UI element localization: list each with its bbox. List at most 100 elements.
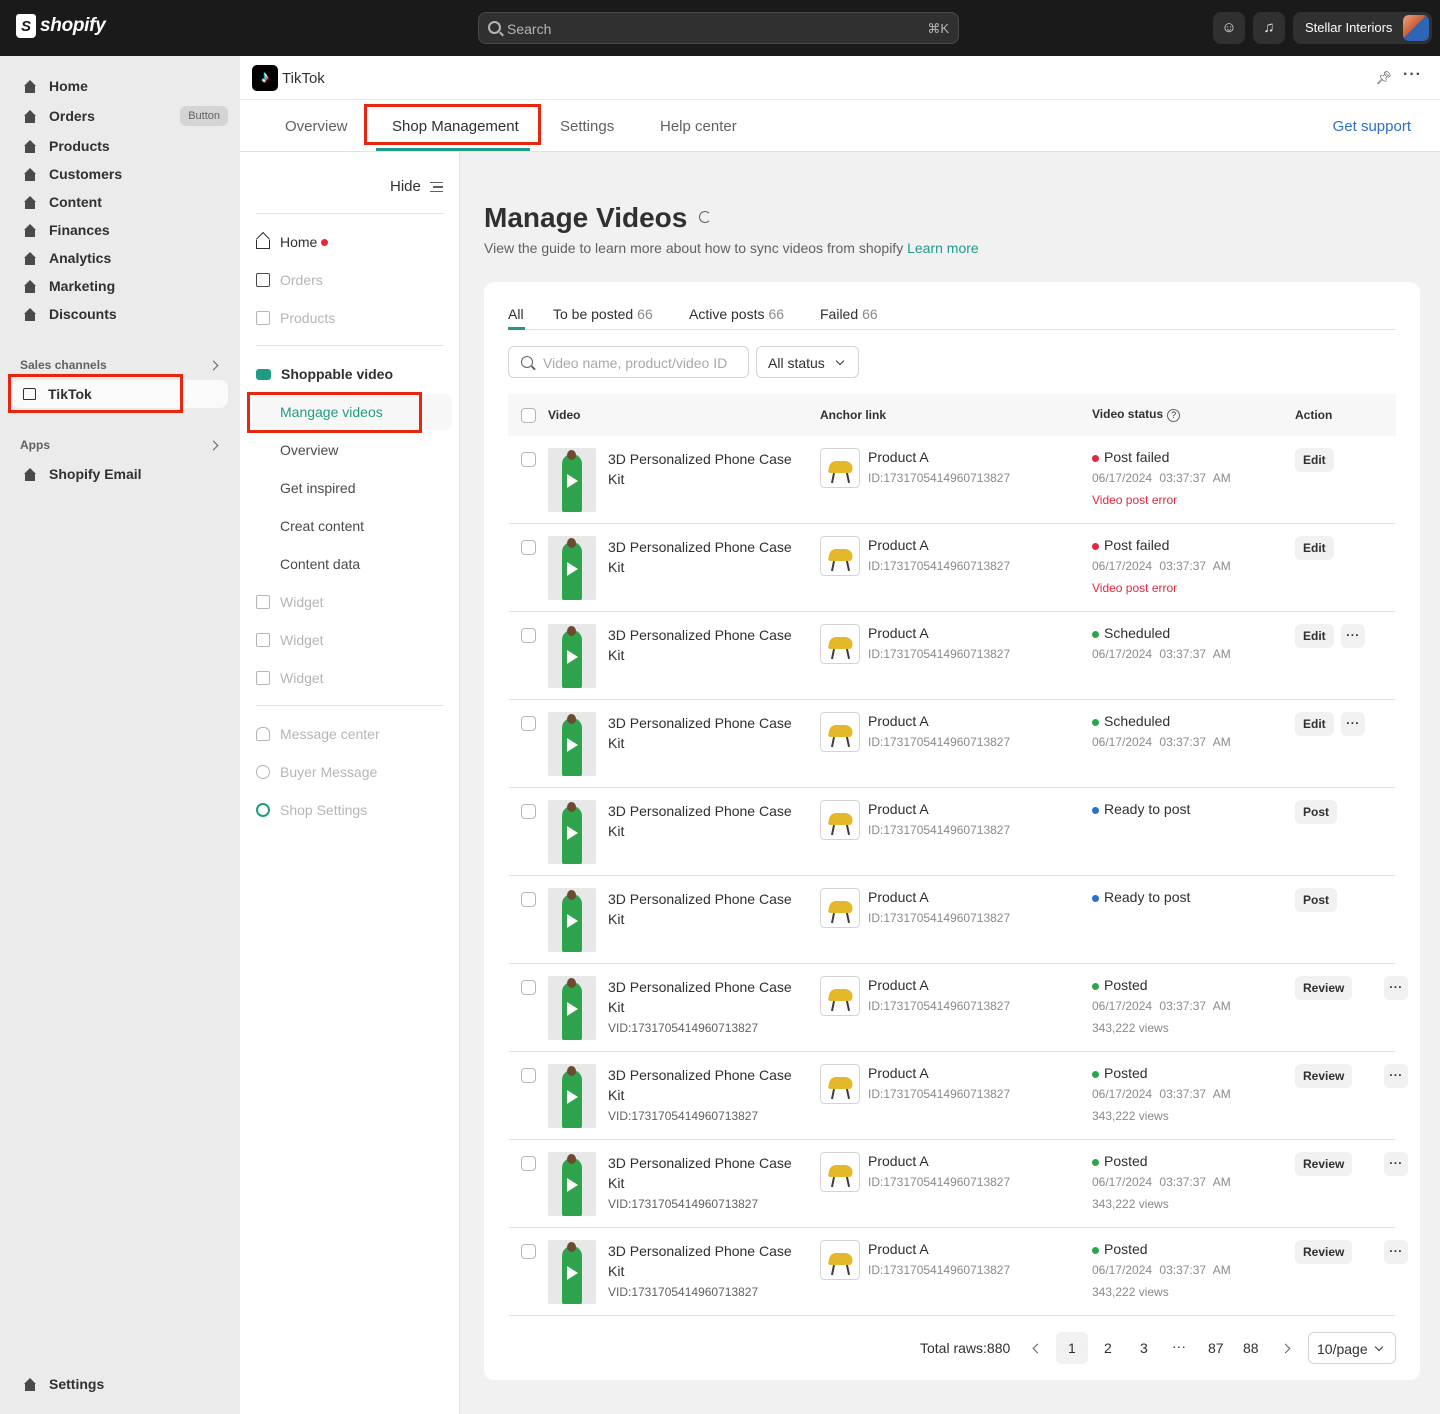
subnav-shop-settings[interactable]: Shop Settings — [256, 800, 367, 820]
select-all-checkbox[interactable] — [521, 408, 536, 423]
product-name[interactable]: Product A — [868, 1153, 929, 1169]
video-thumbnail[interactable] — [548, 1152, 596, 1216]
sidebar-item-shopify-email[interactable]: Shopify Email — [12, 460, 228, 488]
collapse-icon[interactable] — [430, 182, 443, 192]
row-checkbox[interactable] — [521, 540, 536, 555]
sidebar-item-finances[interactable]: Finances — [12, 216, 228, 244]
product-name[interactable]: Product A — [868, 713, 929, 729]
video-thumbnail[interactable] — [548, 536, 596, 600]
subnav-create-content[interactable]: Creat content — [280, 516, 364, 536]
row-more-button[interactable]: ··· — [1384, 976, 1408, 1000]
row-checkbox[interactable] — [521, 1068, 536, 1083]
store-menu[interactable]: Stellar Interiors — [1293, 12, 1432, 44]
sidebar-item-settings[interactable]: Settings — [12, 1370, 228, 1398]
filter-tab-all[interactable]: All — [508, 306, 524, 322]
subnav-buyer-message[interactable]: Buyer Message — [256, 762, 377, 782]
page-2[interactable]: 2 — [1104, 1340, 1112, 1356]
subnav-widget[interactable]: Widget — [256, 592, 324, 612]
filter-tab-failed[interactable]: Failed 66 — [820, 306, 878, 322]
page-3[interactable]: 3 — [1140, 1340, 1148, 1356]
tab-help-center[interactable]: Help center — [660, 118, 737, 135]
video-search[interactable] — [508, 346, 749, 378]
page-ellipsis[interactable]: ··· — [1172, 1338, 1186, 1354]
video-thumbnail[interactable] — [548, 800, 596, 864]
subnav-message-center[interactable]: Message center — [256, 724, 380, 744]
chevron-right-icon[interactable] — [208, 440, 219, 451]
product-name[interactable]: Product A — [868, 977, 929, 993]
notifications-button[interactable]: ♫ — [1253, 12, 1285, 44]
subnav-widget[interactable]: Widget — [256, 630, 324, 650]
subnav-shoppable-video[interactable]: Shoppable video — [256, 364, 393, 384]
orders-badge-button[interactable]: Button — [180, 106, 228, 126]
product-name[interactable]: Product A — [868, 1241, 929, 1257]
filter-tab-active-posts[interactable]: Active posts 66 — [689, 306, 784, 322]
row-checkbox[interactable] — [521, 804, 536, 819]
video-thumbnail[interactable] — [548, 1240, 596, 1304]
video-thumbnail[interactable] — [548, 712, 596, 776]
product-name[interactable]: Product A — [868, 625, 929, 641]
learn-more-link[interactable]: Learn more — [907, 240, 979, 256]
shopify-logo[interactable]: shopify — [16, 14, 106, 38]
row-more-button[interactable]: ··· — [1384, 1152, 1408, 1176]
row-more-button[interactable]: ··· — [1384, 1064, 1408, 1088]
per-page-select[interactable]: 10/page — [1308, 1332, 1396, 1364]
tab-settings[interactable]: Settings — [560, 118, 614, 135]
prev-page-icon[interactable] — [1032, 1343, 1043, 1354]
page-1[interactable]: 1 — [1068, 1340, 1076, 1356]
pin-icon[interactable]: 📌︎ — [1375, 70, 1392, 86]
sidebar-item-marketing[interactable]: Marketing — [12, 272, 228, 300]
row-checkbox[interactable] — [521, 628, 536, 643]
chevron-right-icon[interactable] — [208, 360, 219, 371]
page-88[interactable]: 88 — [1243, 1340, 1259, 1356]
row-action-button[interactable]: Review — [1295, 976, 1353, 1000]
row-action-button[interactable]: Edit — [1295, 448, 1334, 472]
row-action-button[interactable]: Review — [1295, 1240, 1353, 1264]
get-support-link[interactable]: Get support — [1333, 118, 1411, 135]
row-action-button[interactable]: Review — [1295, 1064, 1353, 1088]
row-action-button[interactable]: Post — [1295, 888, 1338, 912]
row-more-button[interactable]: ··· — [1384, 1240, 1408, 1264]
video-thumbnail[interactable] — [548, 888, 596, 952]
subnav-overview[interactable]: Overview — [280, 440, 338, 460]
row-checkbox[interactable] — [521, 1156, 536, 1171]
row-action-button[interactable]: Edit — [1295, 712, 1334, 736]
refresh-icon[interactable] — [699, 211, 711, 223]
sidebar-item-home[interactable]: Home — [12, 72, 228, 100]
sidebar-item-content[interactable]: Content — [12, 188, 228, 216]
hide-button[interactable]: Hide — [390, 178, 421, 195]
row-action-button[interactable]: Edit — [1295, 536, 1334, 560]
product-name[interactable]: Product A — [868, 1065, 929, 1081]
status-filter-select[interactable]: All status — [756, 346, 859, 378]
row-action-button[interactable]: Edit — [1295, 624, 1334, 648]
help-icon[interactable]: ? — [1167, 409, 1181, 422]
filter-tab-to-be-posted[interactable]: To be posted 66 — [553, 306, 653, 322]
video-thumbnail[interactable] — [548, 976, 596, 1040]
product-name[interactable]: Product A — [868, 801, 929, 817]
subnav-orders[interactable]: Orders — [256, 270, 323, 290]
apps-heading[interactable]: Apps — [20, 438, 50, 452]
row-action-button[interactable]: Review — [1295, 1152, 1353, 1176]
row-more-button[interactable]: ··· — [1341, 624, 1365, 648]
sales-channels-heading[interactable]: Sales channels — [20, 358, 107, 372]
subnav-content-data[interactable]: Content data — [280, 554, 360, 574]
row-checkbox[interactable] — [521, 452, 536, 467]
sidebar-item-products[interactable]: Products — [12, 132, 228, 160]
global-search[interactable]: Search ⌘K — [478, 12, 959, 44]
video-search-input[interactable] — [543, 353, 743, 373]
more-icon[interactable]: ··· — [1403, 66, 1422, 84]
tab-overview[interactable]: Overview — [285, 118, 348, 135]
sidebar-item-customers[interactable]: Customers — [12, 160, 228, 188]
product-name[interactable]: Product A — [868, 537, 929, 553]
subnav-widget[interactable]: Widget — [256, 668, 324, 688]
row-checkbox[interactable] — [521, 716, 536, 731]
sidebar-item-discounts[interactable]: Discounts — [12, 300, 228, 328]
sidebar-item-orders[interactable]: Orders Button — [12, 102, 228, 130]
row-checkbox[interactable] — [521, 892, 536, 907]
subnav-products[interactable]: Products — [256, 308, 335, 328]
subnav-home[interactable]: Home — [256, 232, 329, 252]
page-87[interactable]: 87 — [1208, 1340, 1224, 1356]
sidebar-item-analytics[interactable]: Analytics — [12, 244, 228, 272]
video-thumbnail[interactable] — [548, 1064, 596, 1128]
subnav-get-inspired[interactable]: Get inspired — [280, 478, 355, 498]
row-checkbox[interactable] — [521, 980, 536, 995]
